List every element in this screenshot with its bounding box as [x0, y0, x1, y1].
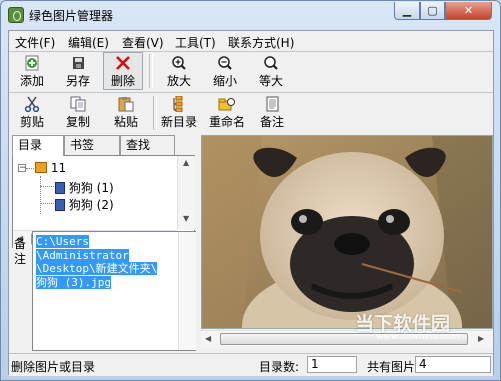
scissors-icon: [23, 96, 41, 113]
left-tabs: 目录 书签 查找: [12, 135, 195, 156]
title-bar[interactable]: 绿色图片管理器 ▁ ▢ ✕: [1, 1, 500, 29]
save-as-button[interactable]: 另存: [59, 53, 97, 91]
app-icon: [8, 7, 24, 23]
note-button[interactable]: 备注: [253, 94, 291, 132]
delete-button[interactable]: 删除: [103, 52, 143, 90]
tree-line-v: [40, 176, 41, 214]
scroll-right-icon[interactable]: ▶: [478, 334, 484, 343]
delete-x-icon: [114, 55, 132, 71]
notes-label: 备注: [14, 237, 27, 266]
collapse-icon[interactable]: −: [18, 164, 27, 173]
image-count-value: 4: [415, 356, 491, 373]
window-title: 绿色图片管理器: [29, 9, 114, 23]
menu-view[interactable]: 查看(V): [122, 34, 164, 51]
dir-count-value: 1: [307, 356, 357, 373]
status-message: 删除图片或目录: [11, 360, 96, 374]
tab-directory-label: 目录: [18, 138, 43, 152]
tree-item[interactable]: 狗狗 (2): [55, 196, 114, 213]
actual-size-label: 等大: [258, 74, 283, 88]
add-button[interactable]: 添加: [13, 53, 51, 91]
delete-label: 删除: [110, 74, 135, 88]
zoom-out-button[interactable]: 缩小: [206, 53, 244, 91]
tree-line-h2: [40, 203, 54, 204]
menu-contact[interactable]: 联系方式(H): [228, 34, 294, 51]
scroll-down-icon[interactable]: ▼: [183, 214, 189, 223]
menu-bar: 文件(F) 编辑(E) 查看(V) 工具(T) 联系方式(H): [9, 31, 493, 51]
folder-icon: [35, 162, 47, 173]
notes-line: \Administrator: [36, 248, 129, 262]
new-directory-button[interactable]: 新目录: [159, 94, 199, 132]
toolbar-divider: [9, 92, 493, 93]
status-bar: 删除图片或目录 目录数: 1 共有图片 4: [9, 353, 493, 376]
menu-edit[interactable]: 编辑(E): [68, 34, 109, 51]
tab-bookmarks-label: 书签: [70, 138, 95, 152]
add-icon: [23, 55, 41, 71]
tree-line-h1: [40, 186, 54, 187]
notes-line: \Desktop\新建文件夹\: [36, 262, 158, 275]
app-window: 绿色图片管理器 ▁ ▢ ✕ 文件(F) 编辑(E) 查看(V) 工具(T) 联系…: [0, 0, 501, 381]
maximize-icon: ▢: [427, 4, 438, 17]
close-button[interactable]: ✕: [445, 2, 492, 20]
zoom-in-button[interactable]: 放大: [160, 53, 198, 91]
dir-count-label: 目录数:: [259, 360, 300, 374]
note-icon: [263, 96, 281, 112]
copy-button[interactable]: 复制: [59, 94, 97, 132]
notes-line: C:\Users: [36, 235, 89, 248]
image-preview: [201, 135, 493, 329]
tab-directory[interactable]: 目录: [12, 135, 64, 156]
rename-label: 重命名: [208, 115, 245, 129]
tree-vertical-scrollbar[interactable]: ▲ ▼: [177, 156, 195, 230]
paste-button[interactable]: 粘贴: [107, 94, 145, 132]
menu-tools[interactable]: 工具(T): [175, 34, 216, 51]
image-file-icon: [55, 182, 65, 194]
notes-text: C:\Users \Administrator \Desktop\新建文件夹\ …: [36, 235, 176, 289]
close-icon: ✕: [463, 4, 474, 17]
tree-line: [26, 168, 34, 169]
tree-icon: [170, 95, 188, 113]
notes-scrollbar[interactable]: [178, 232, 196, 350]
paste-icon: [117, 96, 135, 112]
cut-button[interactable]: 剪贴: [13, 94, 51, 132]
watermark-url: www.downxia.com: [376, 332, 460, 342]
cut-label: 剪贴: [19, 115, 44, 129]
tree-root-item[interactable]: 11: [35, 161, 66, 175]
menu-file[interactable]: 文件(F): [15, 34, 55, 51]
copy-label: 复制: [65, 115, 90, 129]
scroll-up-icon[interactable]: ▲: [183, 158, 189, 167]
zoom-out-icon: [216, 55, 234, 71]
tree-item-label: 狗狗 (2): [68, 198, 114, 212]
actual-size-button[interactable]: 等大: [252, 53, 290, 91]
save-as-label: 另存: [65, 74, 90, 88]
menu-divider: [9, 51, 493, 52]
tree-item-label: 狗狗 (1): [68, 181, 114, 195]
toolbar-separator: [149, 54, 153, 88]
toolbar-separator-2: [153, 96, 157, 130]
copy-icon: [69, 96, 87, 112]
tree-root-label: 11: [50, 161, 67, 175]
notes-line: 狗狗 (3).jpg: [36, 275, 111, 289]
floppy-icon: [69, 55, 87, 71]
image-count-label: 共有图片: [367, 360, 416, 374]
rename-icon: [218, 96, 236, 112]
tree-item[interactable]: 狗狗 (1): [55, 179, 114, 196]
tab-search-label: 查找: [126, 138, 151, 152]
zoom-out-label: 缩小: [212, 74, 237, 88]
magnifier-icon: [262, 55, 280, 71]
maximize-button[interactable]: ▢: [420, 2, 445, 20]
scroll-left-icon[interactable]: ◀: [205, 334, 211, 343]
new-directory-label: 新目录: [160, 115, 197, 129]
note-label: 备注: [259, 115, 284, 129]
tab-search[interactable]: 查找: [120, 135, 175, 155]
image-file-icon: [55, 199, 65, 211]
zoom-in-icon: [170, 55, 188, 71]
notes-textarea[interactable]: C:\Users \Administrator \Desktop\新建文件夹\ …: [32, 231, 196, 351]
paste-label: 粘贴: [113, 115, 138, 129]
add-label: 添加: [19, 74, 44, 88]
minimize-icon: ▁: [402, 4, 412, 17]
zoom-in-label: 放大: [166, 74, 191, 88]
minimize-button[interactable]: ▁: [394, 2, 420, 20]
rename-button[interactable]: 重命名: [204, 94, 250, 132]
tab-bookmarks[interactable]: 书签: [64, 135, 120, 155]
pug-photo: [202, 136, 492, 328]
